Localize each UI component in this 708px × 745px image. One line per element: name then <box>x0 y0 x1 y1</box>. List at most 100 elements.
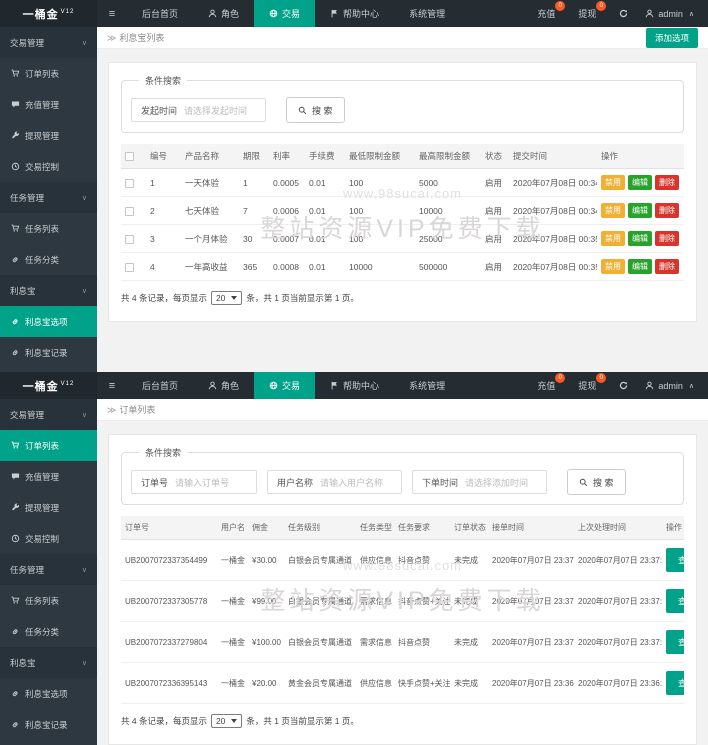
row-checkbox[interactable] <box>125 207 134 216</box>
recharge-badge: 0 <box>555 373 565 383</box>
sidebar-item[interactable]: 任务列表 <box>0 213 97 244</box>
action-button[interactable]: 编辑 <box>628 175 652 190</box>
table-cell: ¥100.00 <box>248 622 284 663</box>
action-button[interactable]: 删除 <box>655 203 679 218</box>
nav-item[interactable]: 角色 <box>193 0 254 27</box>
search-field[interactable]: 用户名称请输入用户名称 <box>267 470 402 494</box>
nav-item[interactable]: 帮助中心 <box>315 0 394 27</box>
recharge-link[interactable]: 充值 0 <box>537 379 555 392</box>
action-button[interactable]: 禁用 <box>601 203 625 218</box>
nav-item[interactable]: 交易 <box>254 0 315 27</box>
nav-item[interactable]: 交易 <box>254 372 315 399</box>
action-button[interactable]: 编辑 <box>628 259 652 274</box>
field-placeholder: 请选择添加时间 <box>465 476 537 489</box>
action-button[interactable]: 查 看 <box>666 630 684 654</box>
sidebar-item[interactable]: 交易控制 <box>0 523 97 554</box>
action-button[interactable]: 编辑 <box>628 231 652 246</box>
table-cell: 0.01 <box>305 225 345 253</box>
nav-item[interactable]: 帮助中心 <box>315 372 394 399</box>
sidebar-item[interactable]: 利息宝选项 <box>0 306 97 337</box>
sidebar-item[interactable]: 利息宝记录 <box>0 709 97 740</box>
sidebar-item[interactable]: 订单列表 <box>0 58 97 89</box>
row-checkbox[interactable] <box>125 263 134 272</box>
field-label: 用户名称 <box>277 476 313 489</box>
sidebar-group[interactable]: 交易管理∨ <box>0 399 97 430</box>
sidebar-item[interactable]: 交易控制 <box>0 151 97 182</box>
nav-item[interactable]: 系统管理 <box>394 0 460 27</box>
menu-toggle-icon[interactable]: ≡ <box>97 0 127 27</box>
column-header: 状态 <box>481 144 509 169</box>
pagination: 共 4 条记录，每页显示 20 条，共 1 页当前显示第 1 页。 <box>121 291 684 305</box>
action-button[interactable]: 查 看 <box>666 589 684 613</box>
search-button[interactable]: 搜 索 <box>286 97 345 123</box>
clock-icon <box>11 162 20 171</box>
refresh-icon[interactable] <box>619 381 628 390</box>
search-button[interactable]: 搜 索 <box>567 469 626 495</box>
action-button[interactable]: 禁用 <box>601 231 625 246</box>
sidebar-group[interactable]: 任务管理 ∨ <box>0 554 97 585</box>
page-size-select[interactable]: 20 <box>211 291 242 305</box>
add-options-button[interactable]: 添加选项 <box>646 28 698 48</box>
nav-item-label: 交易 <box>282 7 300 20</box>
table-cell: 2020年07月07日 23:37:35 <box>488 540 574 581</box>
row-checkbox[interactable] <box>125 235 134 244</box>
chevron-down-icon: ∨ <box>82 566 87 574</box>
sidebar-group[interactable]: 利息宝∨ <box>0 647 97 678</box>
sidebar-item[interactable]: 订单列表 <box>0 430 97 461</box>
sidebar-group-label: 任务管理 <box>10 564 44 576</box>
sidebar-item-label: 订单列表 <box>25 440 59 452</box>
sidebar-item[interactable]: 提现管理 <box>0 120 97 151</box>
table-row: UB2007072337354499一桶金¥30.00白银会员专属通道供应信息抖… <box>121 540 684 581</box>
table-cell: 白银会员专属通道 <box>284 540 356 581</box>
sidebar-group-label: 利息宝 <box>10 657 36 669</box>
search-field[interactable]: 发起时间请选择发起时间 <box>131 98 266 122</box>
sidebar-item[interactable]: 任务列表 <box>0 585 97 616</box>
row-checkbox[interactable] <box>125 179 134 188</box>
sidebar-item[interactable]: 充值管理 <box>0 89 97 120</box>
user-menu[interactable]: admin ∧ <box>645 381 694 391</box>
nav-item[interactable]: 后台首页 <box>127 372 193 399</box>
column-header: 佣金 <box>248 516 284 540</box>
nav-item[interactable]: 系统管理 <box>394 372 460 399</box>
sidebar-item[interactable]: 提现管理 <box>0 492 97 523</box>
table-cell: 白银会员专属通道 <box>284 622 356 663</box>
refresh-icon[interactable] <box>619 9 628 18</box>
table-cell: 10000 <box>415 197 481 225</box>
column-header: 订单状态 <box>450 516 488 540</box>
user-menu[interactable]: admin ∧ <box>645 9 694 19</box>
action-button[interactable]: 查 看 <box>666 548 684 572</box>
sidebar-group[interactable]: 利息宝∨ <box>0 275 97 306</box>
sidebar-item[interactable]: 任务分类 <box>0 616 97 647</box>
nav-item-label: 后台首页 <box>142 379 178 392</box>
menu-toggle-icon[interactable]: ≡ <box>97 372 127 399</box>
page-size-select[interactable]: 20 <box>211 714 242 728</box>
withdraw-link[interactable]: 提现 0 <box>578 379 596 392</box>
row-actions-cell: 禁用编辑删除 <box>597 225 684 253</box>
search-field[interactable]: 下单时间请选择添加时间 <box>412 470 547 494</box>
sidebar-item[interactable]: 充值管理 <box>0 461 97 492</box>
action-button[interactable]: 编辑 <box>628 203 652 218</box>
sidebar-group[interactable]: 任务管理∨ <box>0 182 97 213</box>
breadcrumb: ≫订单列表 <box>107 403 155 416</box>
column-header: 上次处理时间 <box>574 516 662 540</box>
sidebar-item[interactable]: 利息宝记录 <box>0 337 97 368</box>
nav-item[interactable]: 后台首页 <box>127 0 193 27</box>
recharge-link[interactable]: 充值 0 <box>537 7 555 20</box>
navbar-menu: 后台首页 角色交易帮助中心系统管理 <box>127 372 460 399</box>
nav-item[interactable]: 角色 <box>193 372 254 399</box>
action-button[interactable]: 查 看 <box>666 671 684 695</box>
sidebar-group[interactable]: 交易管理∨ <box>0 27 97 58</box>
action-button[interactable]: 删除 <box>655 175 679 190</box>
search-row: 发起时间请选择发起时间 搜 索 <box>131 94 674 123</box>
action-button[interactable]: 禁用 <box>601 175 625 190</box>
action-button[interactable]: 禁用 <box>601 259 625 274</box>
sidebar-item[interactable]: 利息宝选项 <box>0 678 97 709</box>
action-button[interactable]: 删除 <box>655 259 679 274</box>
search-field[interactable]: 订单号请输入订单号 <box>131 470 257 494</box>
action-button[interactable]: 删除 <box>655 231 679 246</box>
sidebar-item[interactable]: 任务分类 <box>0 244 97 275</box>
withdraw-link[interactable]: 提现 0 <box>578 7 596 20</box>
select-all-checkbox[interactable] <box>125 152 134 161</box>
table-cell: 2020年07月07日 23:37:27 <box>488 622 574 663</box>
row-actions-cell: 查 看 <box>662 663 684 704</box>
